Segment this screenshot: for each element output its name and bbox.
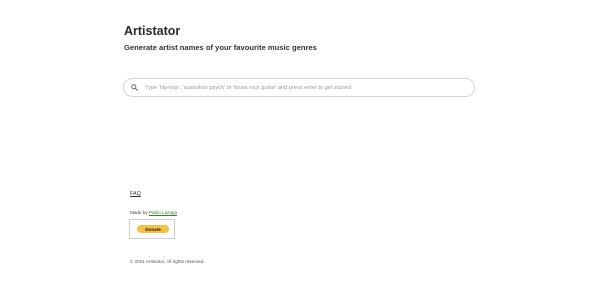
search-icon	[131, 83, 141, 93]
copyright-text: © 2021 Artistator. All rights reserved.	[130, 259, 205, 264]
donate-button[interactable]: Donate	[137, 225, 169, 233]
app-title: Artistator	[124, 24, 181, 38]
made-by-prefix: Made by	[130, 210, 149, 215]
faq-link[interactable]: FAQ	[130, 191, 141, 197]
app-subtitle: Generate artist names of your favourite …	[124, 43, 317, 52]
author-link[interactable]: Pablo Lazaga	[149, 210, 177, 215]
search-bar[interactable]	[123, 78, 475, 97]
donate-widget: Donate	[129, 219, 175, 239]
search-input[interactable]	[140, 84, 474, 91]
made-by-credit: Made by Pablo Lazaga	[130, 210, 177, 215]
